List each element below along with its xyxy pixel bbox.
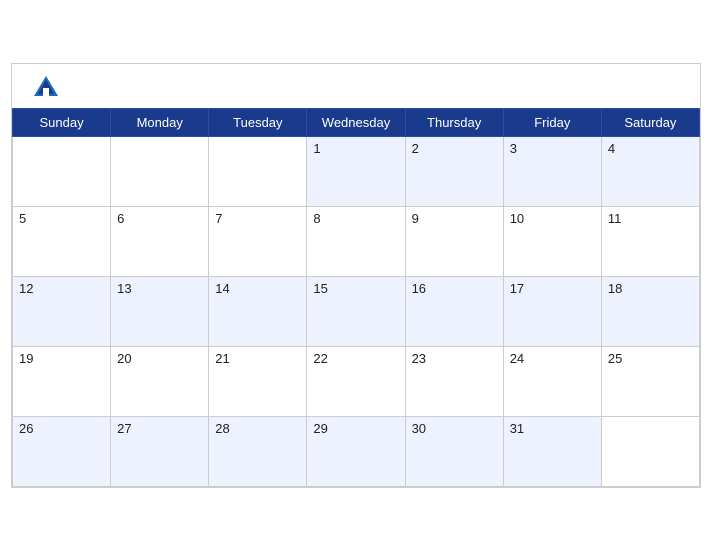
day-number-26: 26 [19, 421, 33, 436]
weekday-monday: Monday [111, 108, 209, 136]
day-number-27: 27 [117, 421, 131, 436]
day-cell-21: 21 [209, 346, 307, 416]
day-cell-24: 24 [503, 346, 601, 416]
day-cell-8: 8 [307, 206, 405, 276]
weekday-tuesday: Tuesday [209, 108, 307, 136]
day-cell-17: 17 [503, 276, 601, 346]
day-number-12: 12 [19, 281, 33, 296]
day-cell-4: 4 [601, 136, 699, 206]
day-cell-29: 29 [307, 416, 405, 486]
logo-icon [32, 74, 60, 102]
day-number-25: 25 [608, 351, 622, 366]
day-number-1: 1 [313, 141, 320, 156]
day-number-8: 8 [313, 211, 320, 226]
calendar-table: SundayMondayTuesdayWednesdayThursdayFrid… [12, 108, 700, 487]
day-cell-12: 12 [13, 276, 111, 346]
day-cell-15: 15 [307, 276, 405, 346]
calendar: SundayMondayTuesdayWednesdayThursdayFrid… [11, 63, 701, 488]
day-cell-10: 10 [503, 206, 601, 276]
day-cell-23: 23 [405, 346, 503, 416]
logo [32, 74, 64, 102]
day-cell-6: 6 [111, 206, 209, 276]
day-cell-13: 13 [111, 276, 209, 346]
weekday-sunday: Sunday [13, 108, 111, 136]
weekday-thursday: Thursday [405, 108, 503, 136]
day-number-16: 16 [412, 281, 426, 296]
week-row-2: 5 6 7 8 9 10 11 [13, 206, 700, 276]
day-cell-20: 20 [111, 346, 209, 416]
week-row-4: 19 20 21 22 23 24 25 [13, 346, 700, 416]
day-cell-28: 28 [209, 416, 307, 486]
day-cell-2: 2 [405, 136, 503, 206]
day-cell-25: 25 [601, 346, 699, 416]
week-row-3: 12 13 14 15 16 17 18 [13, 276, 700, 346]
day-cell-11: 11 [601, 206, 699, 276]
week-row-1: 1 2 3 4 [13, 136, 700, 206]
day-number-18: 18 [608, 281, 622, 296]
day-cell-27: 27 [111, 416, 209, 486]
weekday-header-row: SundayMondayTuesdayWednesdayThursdayFrid… [13, 108, 700, 136]
day-cell-19: 19 [13, 346, 111, 416]
day-cell-14: 14 [209, 276, 307, 346]
empty-cell [111, 136, 209, 206]
day-number-4: 4 [608, 141, 615, 156]
week-row-5: 26 27 28 29 30 31 [13, 416, 700, 486]
day-number-9: 9 [412, 211, 419, 226]
day-number-7: 7 [215, 211, 222, 226]
day-number-10: 10 [510, 211, 524, 226]
day-number-17: 17 [510, 281, 524, 296]
empty-cell [13, 136, 111, 206]
day-cell-22: 22 [307, 346, 405, 416]
day-number-20: 20 [117, 351, 131, 366]
day-cell-7: 7 [209, 206, 307, 276]
day-number-2: 2 [412, 141, 419, 156]
day-number-3: 3 [510, 141, 517, 156]
day-number-29: 29 [313, 421, 327, 436]
empty-cell [209, 136, 307, 206]
day-number-21: 21 [215, 351, 229, 366]
day-number-23: 23 [412, 351, 426, 366]
day-cell-16: 16 [405, 276, 503, 346]
day-number-22: 22 [313, 351, 327, 366]
calendar-header [12, 64, 700, 108]
weekday-friday: Friday [503, 108, 601, 136]
day-number-19: 19 [19, 351, 33, 366]
day-cell-3: 3 [503, 136, 601, 206]
empty-cell [601, 416, 699, 486]
weekday-wednesday: Wednesday [307, 108, 405, 136]
day-number-30: 30 [412, 421, 426, 436]
day-cell-31: 31 [503, 416, 601, 486]
day-number-11: 11 [608, 211, 622, 226]
day-cell-18: 18 [601, 276, 699, 346]
day-number-31: 31 [510, 421, 524, 436]
day-number-15: 15 [313, 281, 327, 296]
day-cell-26: 26 [13, 416, 111, 486]
weekday-saturday: Saturday [601, 108, 699, 136]
day-cell-30: 30 [405, 416, 503, 486]
day-number-14: 14 [215, 281, 229, 296]
day-number-28: 28 [215, 421, 229, 436]
day-cell-9: 9 [405, 206, 503, 276]
day-number-13: 13 [117, 281, 131, 296]
day-cell-1: 1 [307, 136, 405, 206]
day-number-6: 6 [117, 211, 124, 226]
day-number-24: 24 [510, 351, 524, 366]
day-number-5: 5 [19, 211, 26, 226]
day-cell-5: 5 [13, 206, 111, 276]
